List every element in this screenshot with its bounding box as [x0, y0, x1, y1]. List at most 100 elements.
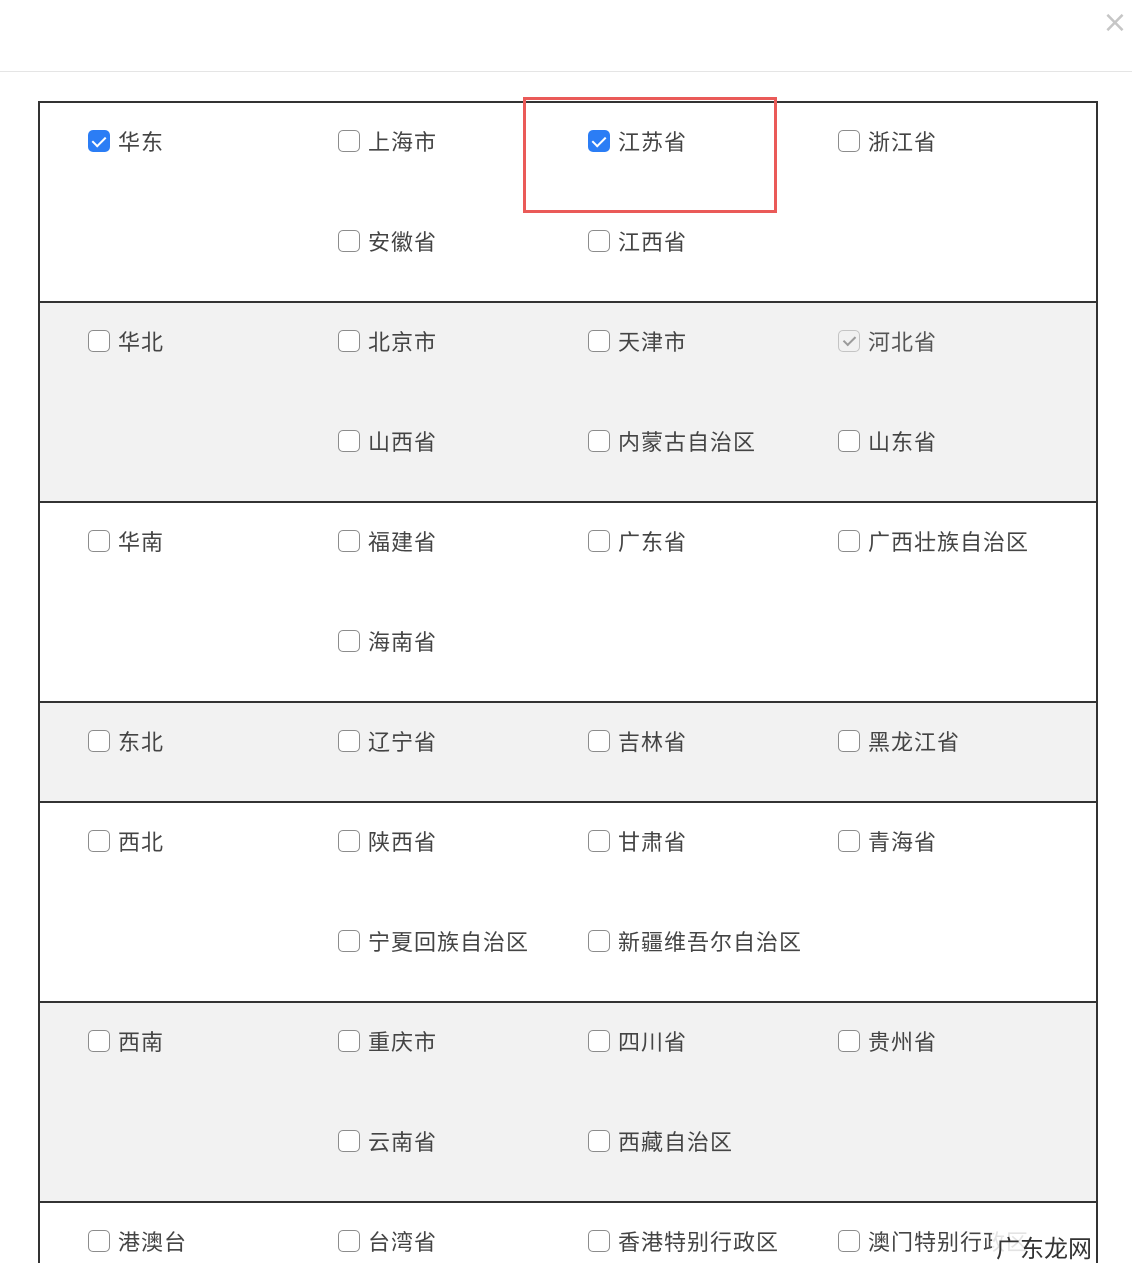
checkbox-icon[interactable]	[338, 1030, 360, 1052]
checkbox-icon[interactable]	[588, 930, 610, 952]
checkbox-icon[interactable]	[88, 530, 110, 552]
province-checkbox[interactable]: 青海省	[838, 827, 938, 856]
close-icon[interactable]: ×	[1100, 6, 1130, 40]
checkbox-icon[interactable]	[588, 430, 610, 452]
region-section: 西南 重庆市 四川省 贵州省云南省 西藏自治区	[40, 1003, 1096, 1203]
checkbox-icon[interactable]	[838, 1030, 860, 1052]
province-checkbox[interactable]: 福建省	[338, 527, 438, 556]
checkbox-label: 云南省	[368, 1131, 438, 1156]
province-checkbox[interactable]: 吉林省	[588, 727, 688, 756]
province-checkbox[interactable]: 广西壮族自治区	[838, 527, 1029, 556]
checkbox-icon[interactable]	[338, 230, 360, 252]
dialog-header: ×	[0, 0, 1132, 72]
checkbox-label: 浙江省	[868, 131, 938, 156]
checkbox-icon[interactable]	[588, 830, 610, 852]
checkbox-icon[interactable]	[588, 730, 610, 752]
checkbox-icon[interactable]	[838, 730, 860, 752]
checkbox-icon[interactable]	[338, 730, 360, 752]
province-checkbox[interactable]: 台湾省	[338, 1227, 437, 1256]
checkbox-icon[interactable]	[588, 530, 610, 552]
province-checkbox[interactable]: 天津市	[588, 327, 687, 356]
province-checkbox[interactable]: 新疆维吾尔自治区	[588, 927, 802, 956]
checkbox-label: 华南	[118, 531, 165, 556]
region-checkbox[interactable]: 西北	[88, 827, 164, 856]
province-checkbox[interactable]: 黑龙江省	[838, 727, 961, 756]
province-checkbox[interactable]: 香港特别行政区	[588, 1227, 779, 1256]
province-checkbox[interactable]: 江苏省	[588, 127, 687, 156]
checkbox-label: 安徽省	[368, 231, 438, 256]
checkbox-icon[interactable]	[338, 1130, 360, 1152]
province-checkbox[interactable]: 四川省	[588, 1027, 687, 1056]
checkbox-label: 福建省	[368, 531, 438, 556]
province-checkbox[interactable]: 河北省	[838, 327, 937, 356]
province-checkbox[interactable]: 山西省	[338, 427, 438, 456]
checkbox-icon[interactable]	[838, 530, 860, 552]
checkbox-icon[interactable]	[88, 330, 110, 352]
checkbox-label: 宁夏回族自治区	[368, 931, 530, 956]
checkbox-label: 华北	[118, 331, 165, 356]
region-checkbox[interactable]: 东北	[88, 727, 165, 756]
region-section: 港澳台 台湾省 香港特别行政区 澳门特别行政区	[40, 1203, 1096, 1263]
checkbox-icon[interactable]	[338, 1230, 360, 1252]
checkbox-label: 港澳台	[118, 1231, 188, 1256]
checkbox-label: 陕西省	[368, 831, 438, 856]
province-checkbox[interactable]: 云南省	[338, 1127, 438, 1156]
checkbox-icon[interactable]	[88, 1230, 110, 1252]
checkbox-label: 黑龙江省	[868, 731, 961, 756]
checkbox-icon[interactable]	[88, 1030, 110, 1052]
province-checkbox[interactable]: 贵州省	[838, 1027, 938, 1056]
checkbox-checked-icon[interactable]	[88, 130, 110, 152]
province-checkbox[interactable]: 重庆市	[338, 1027, 437, 1056]
checkbox-label: 东北	[118, 731, 165, 756]
checkbox-checked-icon[interactable]	[588, 130, 610, 152]
checkbox-icon[interactable]	[88, 730, 110, 752]
checkbox-icon[interactable]	[838, 830, 860, 852]
checkbox-icon[interactable]	[338, 630, 360, 652]
region-checkbox[interactable]: 华北	[88, 327, 165, 356]
checkbox-icon[interactable]	[588, 1030, 610, 1052]
province-checkbox[interactable]: 甘肃省	[588, 827, 688, 856]
checkbox-checked-icon[interactable]	[838, 330, 860, 352]
province-checkbox[interactable]: 浙江省	[838, 127, 938, 156]
province-checkbox[interactable]: 海南省	[338, 627, 437, 656]
checkbox-icon[interactable]	[588, 230, 610, 252]
checkbox-icon[interactable]	[338, 130, 360, 152]
province-checkbox[interactable]: 西藏自治区	[588, 1127, 733, 1156]
checkbox-icon[interactable]	[588, 1230, 610, 1252]
province-checkbox[interactable]: 上海市	[338, 127, 438, 156]
checkbox-icon[interactable]	[838, 1230, 860, 1252]
province-checkbox[interactable]: 江西省	[588, 227, 687, 256]
checkbox-icon[interactable]	[338, 530, 360, 552]
province-checkbox[interactable]: 山东省	[838, 427, 938, 456]
region-checkbox[interactable]: 西南	[88, 1027, 164, 1056]
checkbox-label: 山西省	[368, 431, 438, 456]
checkbox-icon[interactable]	[588, 1130, 610, 1152]
checkbox-label: 贵州省	[868, 1031, 938, 1056]
checkbox-icon[interactable]	[838, 130, 860, 152]
province-checkbox[interactable]: 辽宁省	[338, 727, 437, 756]
checkbox-label: 吉林省	[618, 731, 688, 756]
checkbox-label: 北京市	[368, 331, 438, 356]
province-checkbox[interactable]: 宁夏回族自治区	[338, 927, 530, 956]
checkbox-icon[interactable]	[338, 330, 360, 352]
province-checkbox[interactable]: 北京市	[338, 327, 438, 356]
checkbox-label: 广东省	[618, 531, 688, 556]
checkbox-icon[interactable]	[88, 830, 110, 852]
checkbox-icon[interactable]	[338, 430, 360, 452]
checkbox-label: 上海市	[368, 131, 438, 156]
checkbox-icon[interactable]	[838, 430, 860, 452]
checkbox-icon[interactable]	[588, 330, 610, 352]
region-checkbox[interactable]: 华东	[88, 127, 164, 156]
checkbox-label: 甘肃省	[618, 831, 688, 856]
province-checkbox[interactable]: 广东省	[588, 527, 688, 556]
region-checkbox[interactable]: 华南	[88, 527, 165, 556]
checkbox-label: 山东省	[868, 431, 938, 456]
checkbox-icon[interactable]	[338, 830, 360, 852]
region-checkbox[interactable]: 港澳台	[88, 1227, 188, 1256]
checkbox-label: 青海省	[868, 831, 938, 856]
region-selector-table: 华东 上海市 江苏省 浙江省安徽省 江西省华北 北京市 天津市 河北省山西省 内蒙古自治区 山东省…	[38, 101, 1098, 1263]
province-checkbox[interactable]: 安徽省	[338, 227, 438, 256]
checkbox-icon[interactable]	[338, 930, 360, 952]
province-checkbox[interactable]: 陕西省	[338, 827, 438, 856]
province-checkbox[interactable]: 内蒙古自治区	[588, 427, 756, 456]
